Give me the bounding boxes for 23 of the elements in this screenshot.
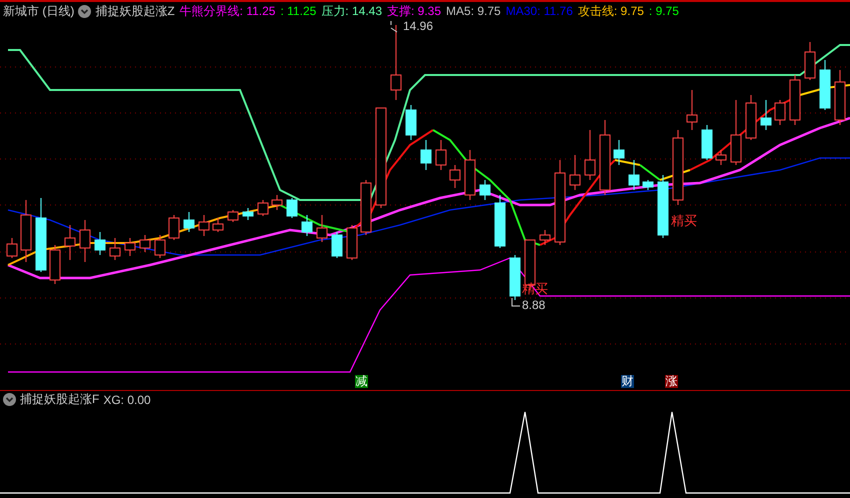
legend-value: 攻击线: 9.75: [578, 2, 644, 20]
chart-annotation: 精买: [671, 214, 697, 228]
stock-title: 新城市 (日线): [3, 2, 74, 20]
indicator-name: 捕捉妖股起涨Z: [95, 2, 175, 20]
legend-value: 牛熊分界线: 11.25: [180, 2, 276, 20]
legend-value: MA30: 11.76: [506, 4, 573, 18]
leader-line: [390, 20, 398, 32]
chart-annotation: 8.88: [522, 298, 546, 312]
chart-annotation: 精买: [522, 282, 548, 296]
legend-value: 压力: 14.43: [321, 2, 382, 20]
signal-marker: 涨: [665, 375, 678, 388]
legend-value: MA5: 9.75: [446, 4, 501, 18]
legend-value: : 11.25: [280, 4, 316, 18]
chart-annotation: 14.96: [403, 19, 434, 33]
signal-marker: 减: [355, 375, 368, 388]
legend-value: : 9.75: [648, 4, 679, 18]
dropdown-icon[interactable]: [78, 4, 92, 18]
legend-value: 支撑: 9.35: [387, 2, 442, 20]
signal-marker: 财: [621, 375, 634, 388]
dropdown-icon[interactable]: [3, 393, 16, 406]
indicator-name: 捕捉妖股起涨F: [20, 391, 100, 408]
indicator-reading: XG: 0.00: [103, 392, 151, 406]
leader-line: [512, 298, 520, 306]
